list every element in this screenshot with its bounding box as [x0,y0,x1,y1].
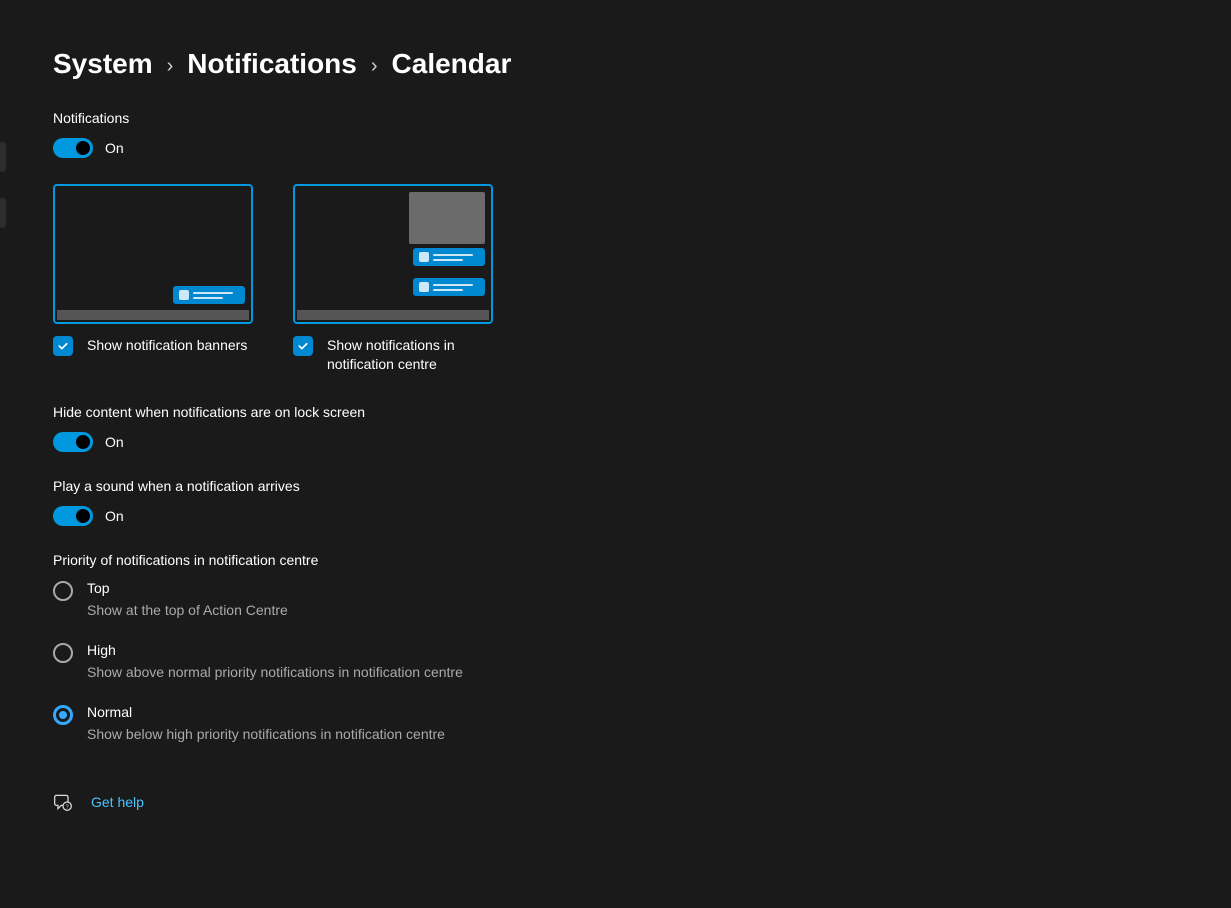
chevron-right-icon: › [371,55,378,78]
show-banners-checkbox[interactable] [53,336,73,356]
priority-normal-desc: Show below high priority notifications i… [87,726,445,742]
banner-preview[interactable] [53,184,253,324]
breadcrumb-system[interactable]: System [53,48,153,80]
hide-content-label: Hide content when notifications are on l… [53,404,900,420]
play-sound-label: Play a sound when a notification arrives [53,478,900,494]
preview-row: Show notification banners [53,184,900,374]
play-sound-toggle[interactable] [53,506,93,526]
notifications-label: Notifications [53,110,900,126]
priority-normal[interactable]: Normal Show below high priority notifica… [53,704,900,742]
breadcrumb-calendar: Calendar [392,48,512,80]
priority-high[interactable]: High Show above normal priority notifica… [53,642,900,680]
radio-selected-icon [53,705,73,725]
priority-high-desc: Show above normal priority notifications… [87,664,463,680]
priority-high-title: High [87,642,463,658]
play-sound-state: On [105,508,124,524]
priority-top-desc: Show at the top of Action Centre [87,602,288,618]
radio-icon [53,643,73,663]
show-centre-label: Show notifications in notification centr… [327,336,477,374]
settings-content: System › Notifications › Calendar Notifi… [0,0,900,812]
priority-label: Priority of notifications in notificatio… [53,552,900,568]
hide-content-state: On [105,434,124,450]
chevron-right-icon: › [167,55,174,78]
sidebar-stub [0,142,6,172]
help-icon: ? [53,792,73,812]
notifications-toggle[interactable] [53,138,93,158]
notifications-toggle-state: On [105,140,124,156]
get-help-link[interactable]: Get help [91,794,144,810]
show-banners-label: Show notification banners [87,336,247,355]
hide-content-toggle[interactable] [53,432,93,452]
priority-top[interactable]: Top Show at the top of Action Centre [53,580,900,618]
show-centre-checkbox[interactable] [293,336,313,356]
centre-preview[interactable] [293,184,493,324]
sidebar-stub [0,198,6,228]
radio-icon [53,581,73,601]
breadcrumb: System › Notifications › Calendar [53,48,900,80]
check-icon [57,340,69,352]
priority-normal-title: Normal [87,704,445,720]
priority-top-title: Top [87,580,288,596]
breadcrumb-notifications[interactable]: Notifications [187,48,357,80]
check-icon [297,340,309,352]
